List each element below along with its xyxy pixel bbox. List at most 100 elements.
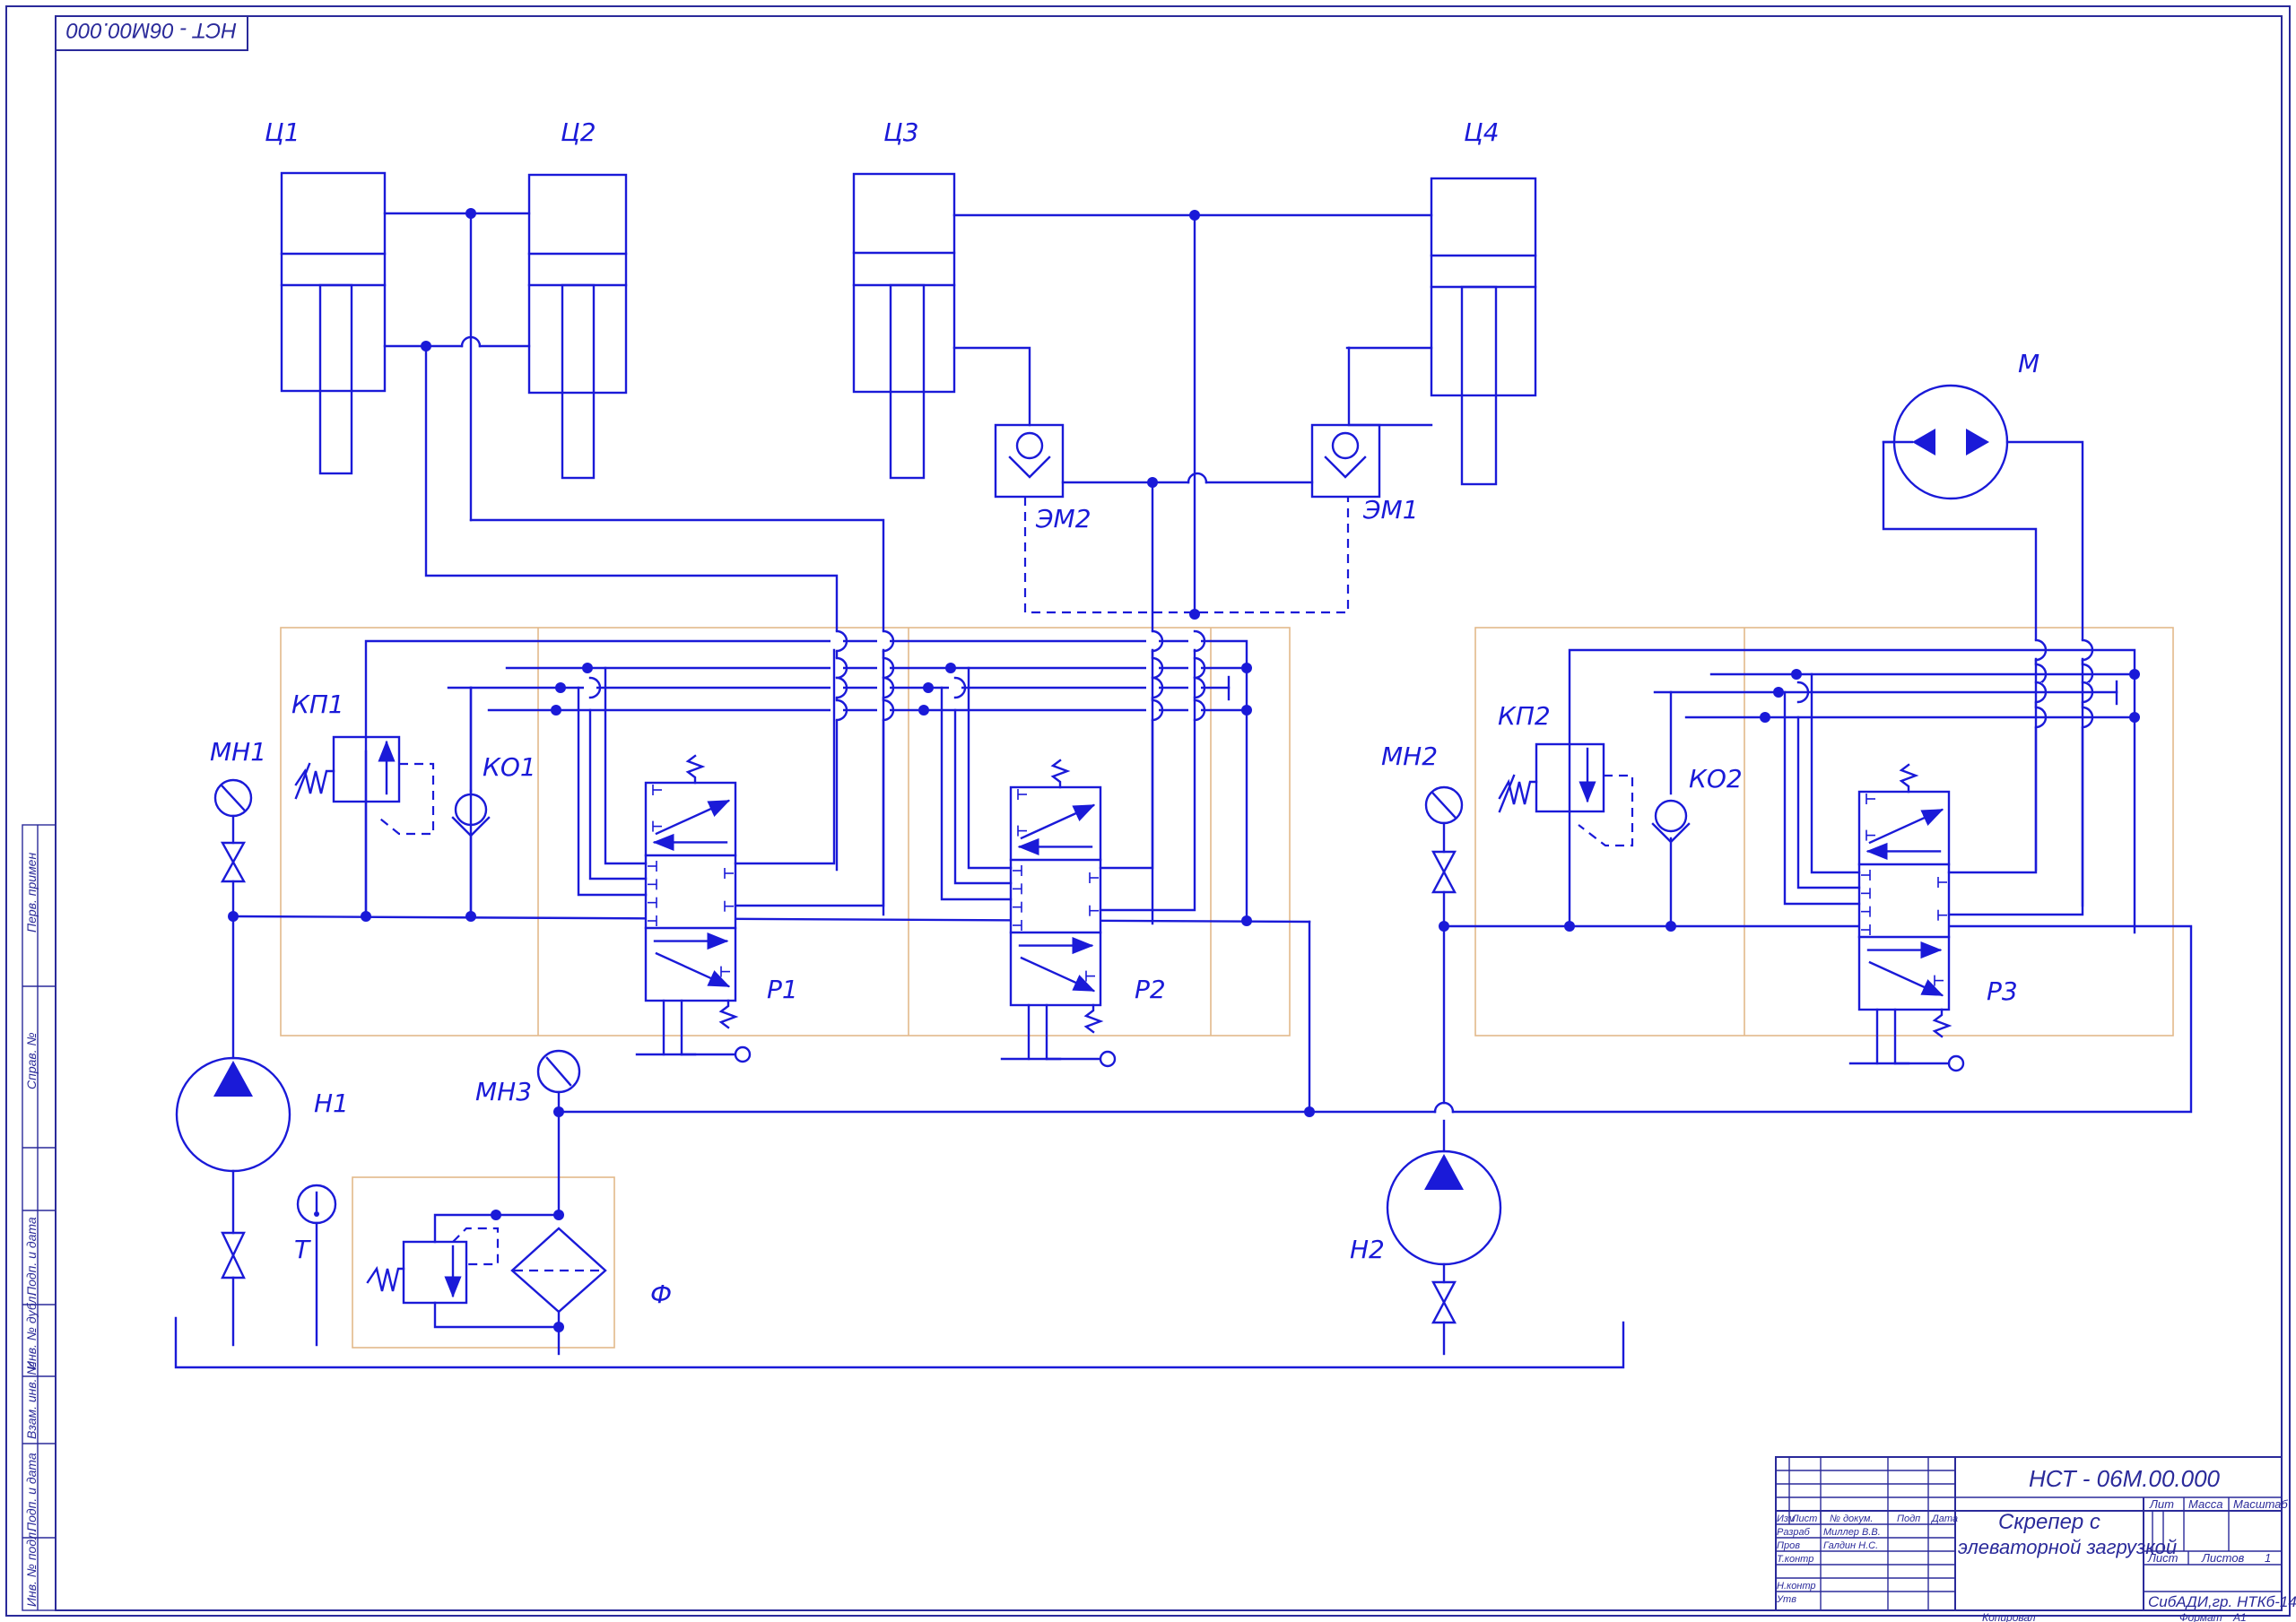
junction-dot (1189, 609, 1200, 620)
junction-dot (465, 208, 476, 219)
junction-dot (1760, 712, 1770, 723)
label-r2: Р2 (1135, 975, 1166, 1004)
label-h2: Н2 (1350, 1235, 1385, 1264)
kp2-relief-valve: КП2 (1498, 701, 1634, 847)
label-kp2: КП2 (1498, 701, 1551, 731)
port-line (1947, 657, 2084, 916)
row-name: Галдин Н.С. (1823, 1540, 1878, 1551)
col-header: Подп (1897, 1514, 1920, 1524)
port-line (1099, 648, 1154, 870)
junction-dot (1241, 705, 1252, 716)
mass-label: Масса (2188, 1497, 2222, 1511)
side-strip-label: Подп. и дата (24, 1453, 39, 1531)
port-line (604, 666, 648, 865)
junction-dot (491, 1210, 501, 1220)
junction-dot (553, 1106, 564, 1117)
title-line-2: элеваторной загрузкой (1958, 1536, 2177, 1558)
side-strip-label: Инв. № дубл. (24, 1293, 39, 1370)
crossing-mask (1188, 631, 1201, 651)
junction-dot (551, 705, 561, 716)
label-ko2: КО2 (1689, 764, 1743, 794)
col-header: Дата (1930, 1514, 1958, 1524)
label-mn3: МН3 (475, 1077, 532, 1106)
crossing-mask (831, 631, 843, 651)
label-motor: М (2018, 349, 2039, 378)
port-line (953, 708, 1013, 885)
sheets-label: Листов (2201, 1551, 2245, 1565)
scale-label: Масштаб (2233, 1497, 2288, 1511)
junction-dot (555, 682, 566, 693)
row-name: Миллер В.В. (1823, 1527, 1881, 1538)
label-c3: Ц3 (883, 117, 919, 147)
label-r3: Р3 (1987, 976, 2018, 1006)
title-block: НСТ - 06М.00.000 Скрепер с элеваторной з… (1775, 1456, 2296, 1622)
junction-dot (1241, 915, 1252, 926)
junction-dot (1189, 210, 1200, 221)
sheets-value: 1 (2265, 1551, 2271, 1565)
crossing-mask (584, 678, 596, 698)
distributors (577, 648, 2084, 1072)
cylinder-c4: Ц4 (1430, 117, 1537, 486)
crossing-mask (877, 631, 890, 651)
pump-h2: МН2 Н2 (1350, 742, 1502, 1356)
crossing-mask (831, 678, 843, 698)
label-ko1: КО1 (483, 752, 536, 782)
return-line-right (1451, 926, 2193, 1114)
return-crossing (1433, 1101, 1455, 1114)
junction-dot (923, 682, 934, 693)
spring (685, 754, 706, 785)
junction-dot (582, 663, 593, 673)
row-role: Пров (1777, 1540, 1800, 1551)
crossing-mask (1146, 631, 1159, 651)
spring (718, 999, 739, 1029)
side-strip-label: Перв. примен (24, 853, 39, 932)
row-role: Разраб (1777, 1527, 1811, 1538)
col-header: № докум. (1830, 1514, 1873, 1524)
crossing-mask (949, 678, 961, 698)
junction-dot (1241, 663, 1252, 673)
junction-dot (361, 911, 371, 922)
side-strip-label: Подп. и дата (24, 1217, 39, 1296)
label-t: Т (294, 1235, 311, 1264)
spring (1899, 763, 1919, 794)
junction-dot (553, 1210, 564, 1220)
format-label: Формат (2179, 1611, 2222, 1622)
side-strip-label: Взам. инв. № (24, 1361, 39, 1439)
junction-dot (1439, 921, 1449, 932)
copied-label: Копировал (1982, 1611, 2036, 1622)
em1-valve: ЭМ1 (1310, 423, 1419, 525)
title-line-1: Скрепер с (1998, 1510, 2100, 1534)
side-strip-label: Справ. № (24, 1032, 39, 1089)
label-kp1: КП1 (291, 690, 344, 719)
junction-dot (1304, 1106, 1315, 1117)
junction-dot (1147, 477, 1158, 488)
col-header: Лист (1791, 1514, 1817, 1524)
side-strip: Перв. примен Справ. № Подп. и дата Инв. … (22, 824, 57, 1611)
row-role: Н.контр (1777, 1581, 1816, 1592)
junction-dot (1791, 669, 1802, 680)
junction-dot (228, 911, 239, 922)
junction-dot (465, 911, 476, 922)
label-f: Ф (650, 1279, 672, 1309)
corner-code: НСТ - 06М00.000 (65, 18, 237, 42)
spring (1083, 1003, 1104, 1034)
label-c1: Ц1 (265, 117, 300, 147)
lit-label: Лит (2149, 1497, 2174, 1511)
tank-line (174, 1316, 1625, 1369)
label-c4: Ц4 (1464, 117, 1500, 147)
label-c2: Ц2 (561, 117, 596, 147)
junction-dot (1773, 687, 1784, 698)
junction-dot (553, 1322, 564, 1332)
em2-valve: ЭМ2 (994, 423, 1091, 533)
crossing-mask (831, 658, 843, 678)
sheet-label: Лист (2147, 1551, 2179, 1565)
junction-dot (2129, 712, 2140, 723)
label-h1: Н1 (314, 1089, 349, 1118)
label-mn1: МН1 (210, 737, 266, 767)
organization: СибАДИ,гр. НТКб-14 Т1 (2148, 1593, 2296, 1610)
port-line (588, 708, 648, 880)
gauge-mn1: МН1 (210, 737, 266, 918)
label-r1: Р1 (767, 975, 798, 1004)
junction-dot (945, 663, 956, 673)
side-strip-label: Инв. № подл. (24, 1529, 39, 1607)
